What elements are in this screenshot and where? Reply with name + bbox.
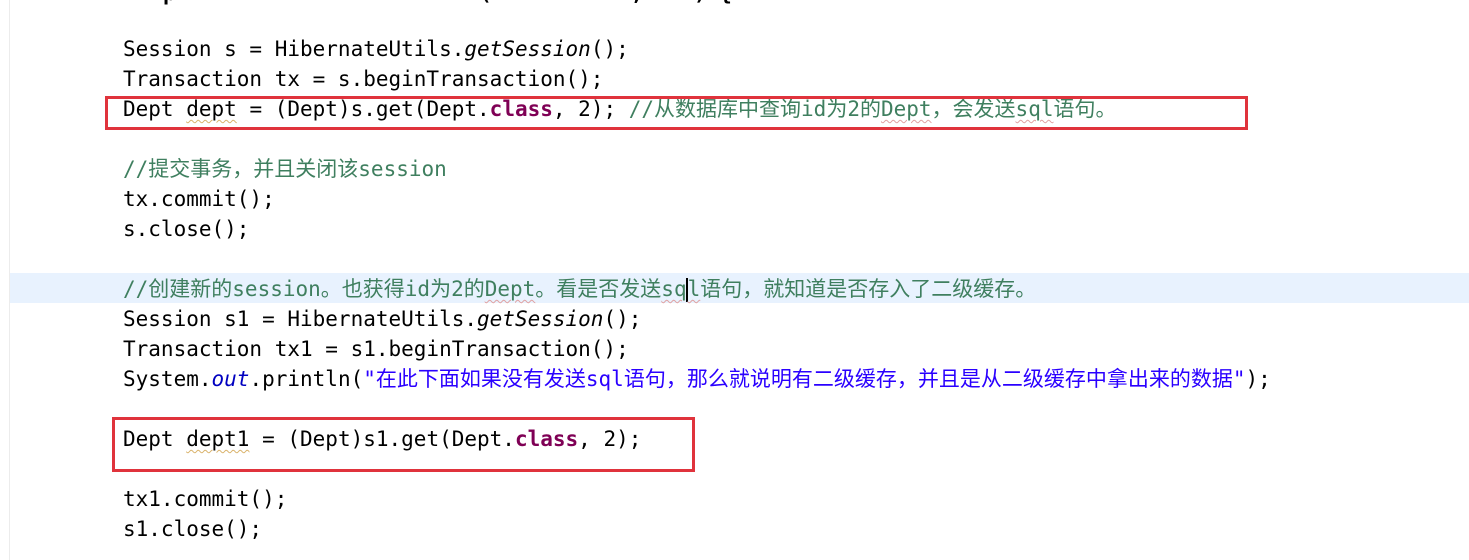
code-token: .println( [249, 367, 364, 391]
code-token: s.close(); [123, 217, 250, 241]
static-field-token: out [211, 367, 250, 391]
spellcheck-word-token: l [687, 277, 701, 301]
code-line[interactable]: tx1.commit(); [123, 484, 287, 514]
code-token: Session s = HibernateUtils. [123, 37, 465, 61]
static-method-token: getSession [464, 37, 591, 61]
spellcheck-word-token: sq [661, 277, 687, 301]
code-line[interactable]: tx.commit(); [123, 184, 275, 214]
first-get-highlight-box [105, 96, 1248, 130]
comment-token: //提交事务，并且关闭该session [123, 157, 447, 181]
code-token: (); [603, 307, 642, 331]
comment-token: 。看是否发送 [535, 277, 662, 301]
code-line[interactable]: Transaction tx = s.beginTransaction(); [123, 64, 603, 94]
code-token: ); [1245, 367, 1271, 391]
code-token: s1.close(); [123, 517, 263, 541]
code-token: tx.commit(); [123, 187, 275, 211]
code-token: tx1.commit(); [123, 487, 288, 511]
code-line[interactable]: s.close(); [123, 214, 249, 244]
comment-token: //创建新的session。也获得id为2的 [123, 277, 485, 301]
second-get-highlight-box [112, 417, 695, 472]
comment-token: 语句，就知道是否存入了二级缓存。 [700, 277, 1037, 301]
code-line[interactable]: System.out.println("在此下面如果没有发送sql语句，那么就说… [123, 364, 1271, 394]
code-line[interactable]: Session s1 = HibernateUtils.getSession()… [123, 304, 641, 334]
code-token: Transaction tx1 = s1.beginTransaction(); [123, 337, 629, 361]
partial-top-line: p . ( , ) { [163, 0, 732, 8]
static-method-token: getSession [477, 307, 604, 331]
code-line[interactable]: //提交事务，并且关闭该session [123, 154, 447, 184]
code-line[interactable]: s1.close(); [123, 514, 262, 544]
code-token: Transaction tx = s.beginTransaction(); [123, 67, 604, 91]
spellcheck-word-token: Dept [484, 277, 536, 301]
string-literal-token: "在此下面如果没有发送sql语句，那么就说明有二级缓存，并且是从二级缓存中拿出来… [363, 367, 1246, 391]
code-line[interactable]: Session s = HibernateUtils.getSession(); [123, 34, 629, 64]
code-token: System. [123, 367, 212, 391]
code-token: (); [590, 37, 629, 61]
code-line[interactable]: Transaction tx1 = s1.beginTransaction(); [123, 334, 629, 364]
code-token: Session s1 = HibernateUtils. [123, 307, 478, 331]
code-line[interactable]: //创建新的session。也获得id为2的Dept。看是否发送sql语句，就知… [123, 274, 1036, 304]
